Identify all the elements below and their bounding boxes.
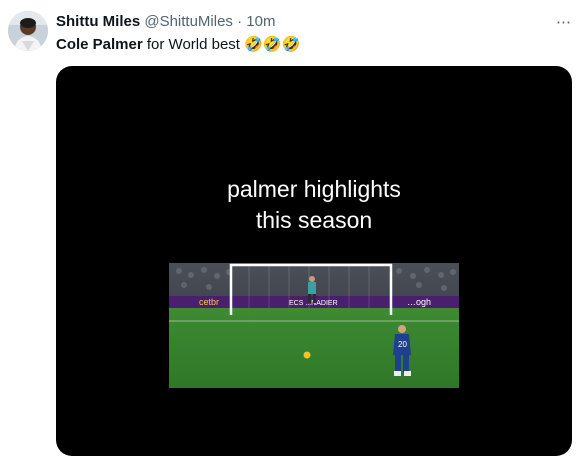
tweet-text: Cole Palmer for World best 🤣🤣🤣 (56, 35, 300, 55)
author-handle[interactable]: @ShittuMiles (144, 13, 233, 30)
pitch (169, 308, 459, 388)
more-options-icon[interactable]: ⋯ (551, 11, 575, 33)
tweet-text-bold: Cole Palmer (56, 36, 143, 53)
video-frame: cetbr ECS ...NADIER …ogh 20 (169, 263, 459, 388)
ad-board-left: cetbr (199, 297, 219, 307)
timestamp[interactable]: 10m (246, 13, 275, 30)
player-number: 20 (398, 340, 407, 349)
video-caption: palmer highlights this season (56, 174, 572, 236)
ball (303, 351, 311, 359)
video-caption-line-2: this season (255, 207, 373, 233)
avatar-image (8, 11, 48, 51)
avatar[interactable] (8, 11, 48, 51)
separator-dot: · (237, 13, 243, 30)
tweet-text-body: for World best (142, 36, 245, 53)
laughing-emoji-icon: 🤣🤣🤣 (244, 36, 301, 53)
video-caption-line-1: palmer highlights (227, 176, 401, 202)
ad-board-right: …ogh (407, 297, 431, 307)
stadium-scene: cetbr ECS ...NADIER …ogh 20 (169, 263, 459, 388)
video-media[interactable]: palmer highlights this season cetbr ECS … (56, 66, 572, 456)
tweet[interactable]: Shittu Miles @ShittuMiles · 10m ⋯ Cole P… (0, 0, 581, 456)
tweet-header: Shittu Miles @ShittuMiles · 10m (56, 12, 275, 32)
author-name[interactable]: Shittu Miles (56, 13, 140, 30)
